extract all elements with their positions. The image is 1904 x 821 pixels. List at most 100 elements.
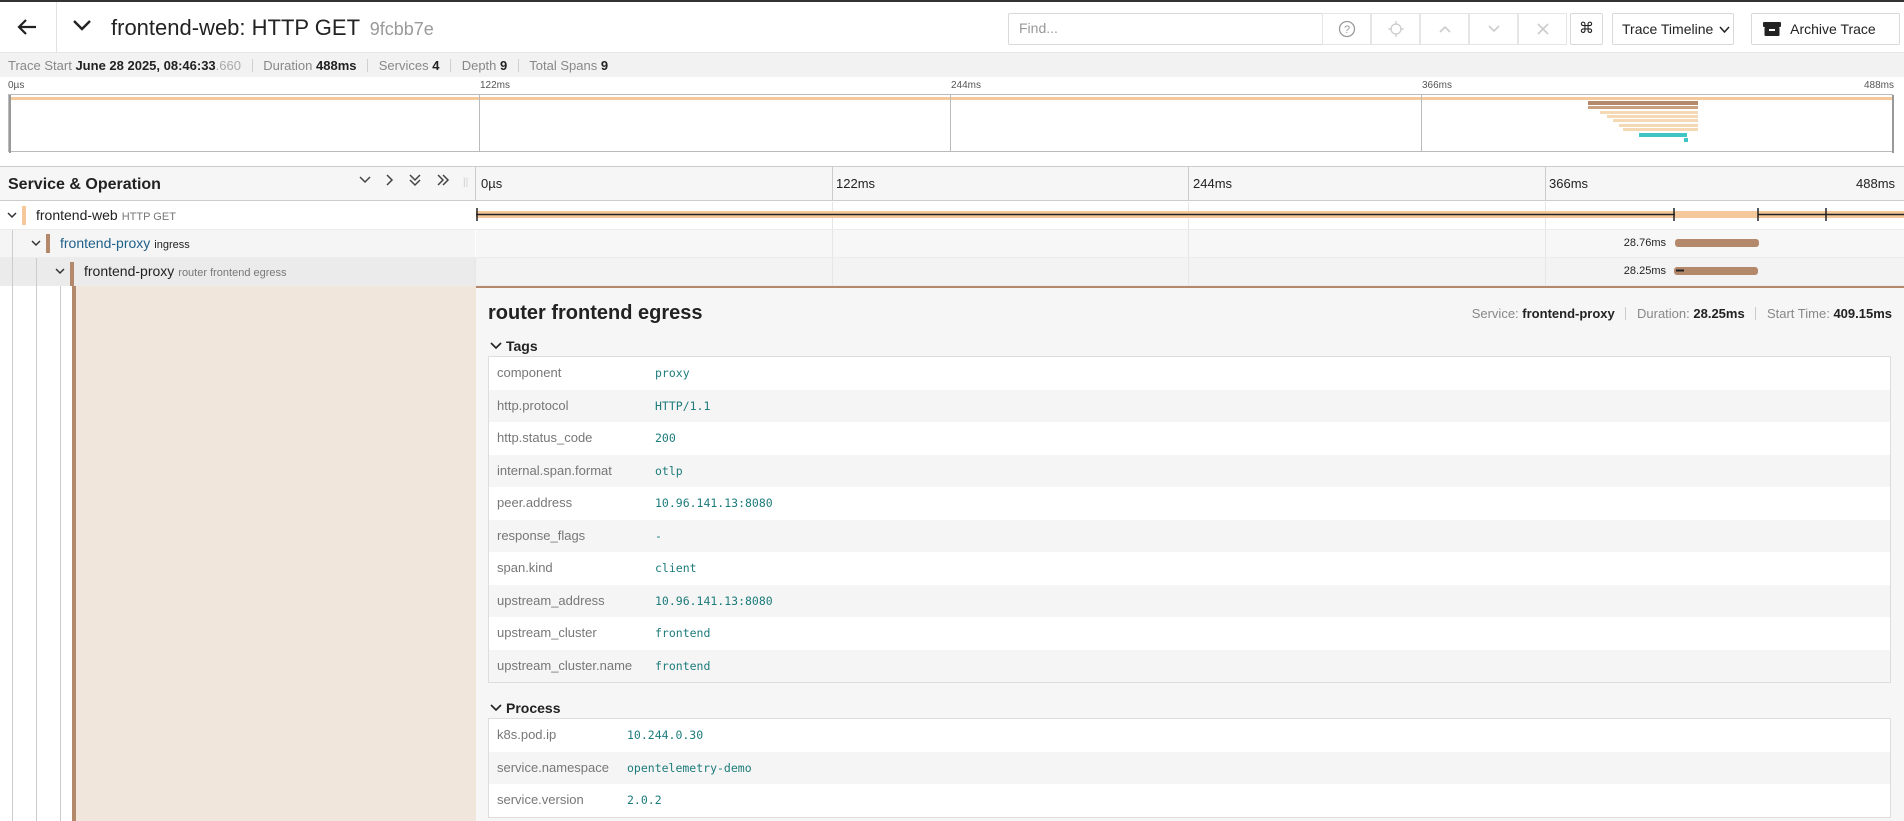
- tag-row[interactable]: http.protocol HTTP/1.1: [489, 389, 1890, 422]
- tag-value: frontend: [655, 626, 711, 640]
- tag-key: upstream_address: [497, 592, 605, 608]
- chevron-down-icon: [490, 704, 502, 712]
- tag-row[interactable]: upstream_cluster.name frontend: [489, 649, 1890, 682]
- process-section-toggle[interactable]: Process: [490, 700, 560, 716]
- duration-value: 488ms: [316, 58, 357, 73]
- tag-key: http.status_code: [497, 430, 593, 445]
- chevron-down-icon[interactable]: [70, 13, 96, 41]
- archive-trace-button[interactable]: Archive Trace: [1751, 13, 1900, 45]
- tag-row[interactable]: http.status_code 200: [489, 422, 1890, 455]
- trace-id: 9fcbb7e: [369, 19, 434, 39]
- tag-value: 10.96.141.13:8080: [655, 496, 773, 510]
- span-bar[interactable]: [1674, 267, 1758, 275]
- next-match-icon[interactable]: [1469, 13, 1518, 45]
- view-select[interactable]: Trace Timeline: [1612, 13, 1734, 45]
- start-time-value: 409.15ms: [1833, 306, 1892, 321]
- span-timeline[interactable]: 28.25ms: [476, 258, 1904, 285]
- process-row[interactable]: service.namespace opentelemetry-demo: [489, 751, 1890, 784]
- collapse-all-icon[interactable]: [405, 173, 425, 192]
- prev-match-icon[interactable]: [1420, 13, 1469, 45]
- span-name[interactable]: frontend-web HTTP GET: [36, 202, 176, 229]
- tag-value: client: [655, 561, 697, 575]
- span-service: frontend-proxy: [60, 235, 151, 251]
- span-timeline[interactable]: [476, 202, 1904, 229]
- trace-start-ms: .660: [215, 58, 241, 73]
- separator: [367, 59, 369, 72]
- tags-table: component proxy http.protocol HTTP/1.1 htt…: [488, 356, 1891, 683]
- chevron-down-icon[interactable]: [54, 262, 68, 280]
- process-table: k8s.pod.ip 10.244.0.30 service.namespace o…: [488, 718, 1891, 818]
- span-operation: router frontend egress: [178, 267, 287, 279]
- tag-key: http.protocol: [497, 397, 569, 413]
- separator: [450, 59, 452, 72]
- chevron-down-icon[interactable]: [30, 234, 44, 252]
- span-row[interactable]: frontend-web HTTP GET: [0, 202, 1904, 230]
- span-detail-title: router frontend egress: [488, 302, 703, 324]
- resize-handle-icon[interactable]: ||: [463, 177, 468, 188]
- tag-key: internal.span.format: [497, 462, 612, 478]
- tag-row[interactable]: response_flags -: [489, 519, 1890, 552]
- services-label: Services: [378, 58, 429, 73]
- process-title: Process: [506, 700, 561, 716]
- expand-all-icon[interactable]: [433, 173, 453, 192]
- back-arrow-icon[interactable]: [14, 14, 42, 42]
- tag-row[interactable]: span.kind client: [489, 552, 1890, 585]
- total-spans-label: Total Spans: [529, 58, 598, 73]
- clear-search-icon[interactable]: [1518, 13, 1567, 45]
- span-name[interactable]: frontend-proxy router frontend egress: [84, 258, 287, 285]
- total-spans-value: 9: [600, 58, 609, 73]
- help-icon[interactable]: ?: [1322, 13, 1371, 45]
- services-value: 4: [432, 58, 440, 73]
- span-service: frontend-web: [36, 207, 118, 223]
- service-operation-title: Service & Operation: [8, 176, 161, 193]
- process-value: 10.244.0.30: [627, 728, 704, 742]
- span-row[interactable]: frontend-proxy ingress 28.76ms: [0, 230, 1904, 258]
- tag-row[interactable]: upstream_address 10.96.141.13:8080: [489, 584, 1890, 617]
- tag-key: upstream_cluster: [497, 625, 597, 640]
- column-resizer[interactable]: [475, 167, 476, 201]
- tag-value: 10.96.141.13:8080: [655, 593, 773, 608]
- collapse-one-icon[interactable]: [355, 173, 375, 192]
- process-key: k8s.pod.ip: [497, 727, 557, 742]
- separator: [517, 59, 519, 72]
- trace-minimap[interactable]: 0µs 122ms 244ms 366ms 488ms: [0, 77, 1904, 157]
- tags-title: Tags: [506, 338, 538, 354]
- timeline-tick: 122ms: [836, 176, 876, 191]
- depth-label: Depth: [461, 58, 497, 73]
- tags-section-toggle[interactable]: Tags: [490, 338, 538, 354]
- tag-value: 200: [655, 431, 676, 445]
- span-operation: ingress: [154, 239, 190, 251]
- tag-row[interactable]: internal.span.format otlp: [489, 454, 1890, 487]
- span-timeline[interactable]: 28.76ms: [476, 230, 1904, 257]
- process-row[interactable]: k8s.pod.ip 10.244.0.30: [489, 719, 1890, 752]
- trace-title: frontend-web: HTTP GET 9fcbb7e: [111, 15, 434, 41]
- span-bar-svg: [476, 208, 1904, 221]
- minimap-tick: 0µs: [8, 80, 25, 91]
- archive-trace-label: Archive Trace: [1790, 21, 1876, 37]
- find-input[interactable]: Find...: [1008, 13, 1328, 45]
- process-row[interactable]: service.version 2.0.2: [489, 784, 1890, 817]
- tag-key: response_flags: [497, 527, 586, 543]
- minimap-tick: 122ms: [480, 80, 511, 91]
- tag-row[interactable]: upstream_cluster frontend: [489, 617, 1890, 650]
- timeline-header: Service & Operation || 0µs 122ms 244ms 3…: [0, 166, 1904, 201]
- service-label: Service:: [1471, 306, 1519, 321]
- span-bar[interactable]: [1675, 239, 1759, 247]
- keyboard-shortcuts-icon[interactable]: ⌘: [1570, 13, 1603, 45]
- trace-title-text: frontend-web: HTTP GET: [111, 15, 360, 40]
- chevron-down-icon[interactable]: [6, 206, 20, 224]
- duration-label: Duration:: [1637, 306, 1690, 321]
- minimap-tick: 488ms: [1864, 80, 1895, 91]
- locate-icon[interactable]: [1371, 13, 1420, 45]
- tag-row[interactable]: peer.address 10.96.141.13:8080: [489, 487, 1890, 520]
- view-select-label: Trace Timeline: [1622, 21, 1714, 37]
- span-detail-panel: router frontend egress Service: frontend…: [476, 286, 1904, 821]
- timeline-tick: 244ms: [1193, 176, 1233, 191]
- minimap-gridline: [1421, 94, 1422, 152]
- header-divider: [56, 2, 57, 53]
- expand-one-icon[interactable]: [380, 173, 400, 192]
- archive-icon: [1763, 22, 1781, 36]
- span-row-selected[interactable]: frontend-proxy router frontend egress 28.…: [0, 258, 1904, 286]
- span-name[interactable]: frontend-proxy ingress: [60, 230, 190, 257]
- tag-row[interactable]: component proxy: [489, 357, 1890, 390]
